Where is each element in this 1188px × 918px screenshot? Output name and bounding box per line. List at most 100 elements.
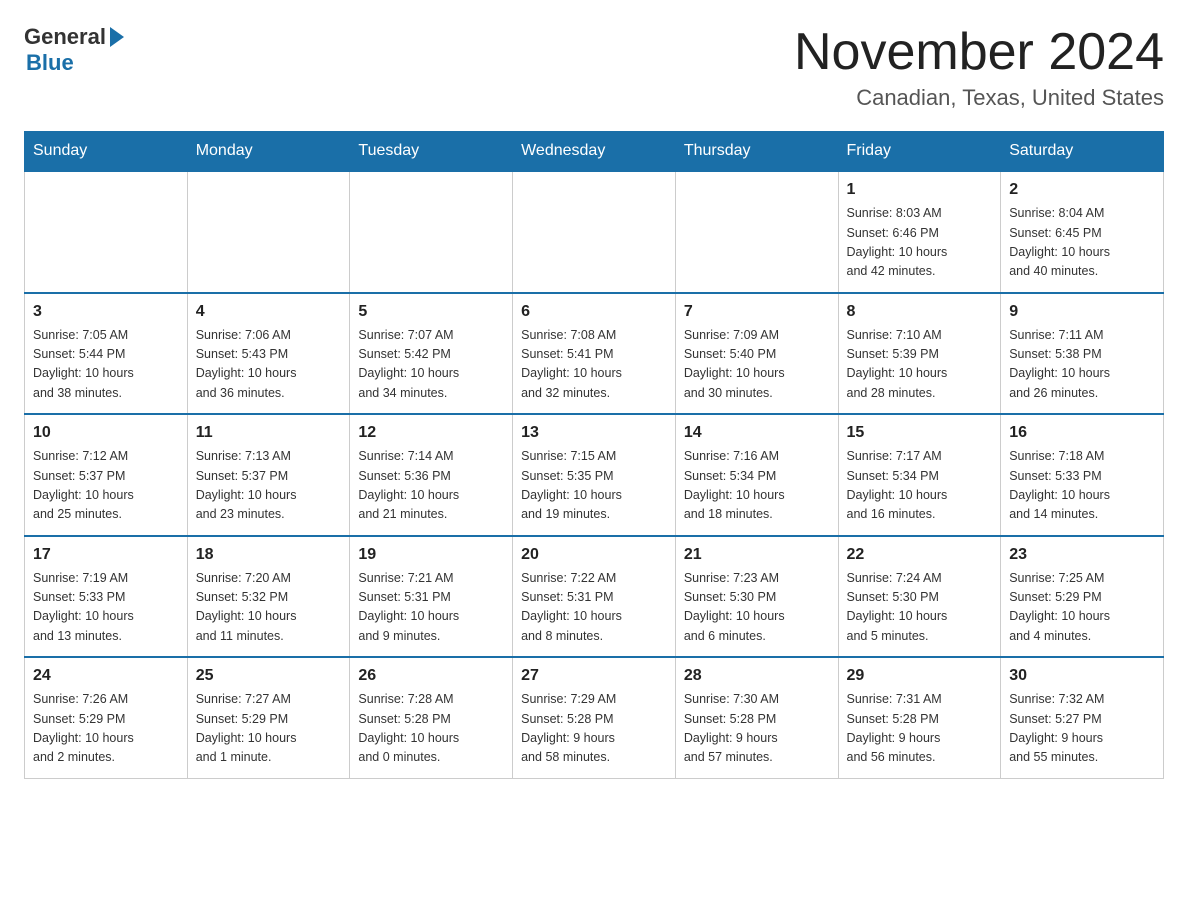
- calendar-week-row: 24Sunrise: 7:26 AM Sunset: 5:29 PM Dayli…: [25, 657, 1164, 778]
- calendar-cell: 16Sunrise: 7:18 AM Sunset: 5:33 PM Dayli…: [1001, 414, 1164, 536]
- calendar-cell: 4Sunrise: 7:06 AM Sunset: 5:43 PM Daylig…: [187, 293, 350, 415]
- day-info: Sunrise: 7:23 AM Sunset: 5:30 PM Dayligh…: [684, 569, 830, 647]
- day-number: 23: [1009, 543, 1155, 567]
- calendar-cell: 29Sunrise: 7:31 AM Sunset: 5:28 PM Dayli…: [838, 657, 1001, 778]
- calendar-cell: 6Sunrise: 7:08 AM Sunset: 5:41 PM Daylig…: [513, 293, 676, 415]
- calendar-title: November 2024: [794, 24, 1164, 81]
- day-number: 14: [684, 421, 830, 445]
- day-number: 21: [684, 543, 830, 567]
- day-of-week-header: Thursday: [675, 132, 838, 172]
- day-number: 17: [33, 543, 179, 567]
- day-info: Sunrise: 7:24 AM Sunset: 5:30 PM Dayligh…: [847, 569, 993, 647]
- logo-general-text: General: [24, 24, 106, 50]
- calendar-cell: [675, 171, 838, 293]
- day-of-week-header: Tuesday: [350, 132, 513, 172]
- calendar-table: SundayMondayTuesdayWednesdayThursdayFrid…: [24, 131, 1164, 779]
- calendar-cell: 9Sunrise: 7:11 AM Sunset: 5:38 PM Daylig…: [1001, 293, 1164, 415]
- calendar-cell: 8Sunrise: 7:10 AM Sunset: 5:39 PM Daylig…: [838, 293, 1001, 415]
- calendar-cell: [350, 171, 513, 293]
- calendar-cell: 3Sunrise: 7:05 AM Sunset: 5:44 PM Daylig…: [25, 293, 188, 415]
- day-info: Sunrise: 7:13 AM Sunset: 5:37 PM Dayligh…: [196, 447, 342, 525]
- day-number: 6: [521, 300, 667, 324]
- calendar-cell: 19Sunrise: 7:21 AM Sunset: 5:31 PM Dayli…: [350, 536, 513, 658]
- day-number: 2: [1009, 178, 1155, 202]
- day-info: Sunrise: 7:10 AM Sunset: 5:39 PM Dayligh…: [847, 326, 993, 404]
- day-info: Sunrise: 7:31 AM Sunset: 5:28 PM Dayligh…: [847, 690, 993, 768]
- calendar-week-row: 1Sunrise: 8:03 AM Sunset: 6:46 PM Daylig…: [25, 171, 1164, 293]
- day-info: Sunrise: 7:11 AM Sunset: 5:38 PM Dayligh…: [1009, 326, 1155, 404]
- header-row: SundayMondayTuesdayWednesdayThursdayFrid…: [25, 132, 1164, 172]
- day-number: 12: [358, 421, 504, 445]
- calendar-week-row: 17Sunrise: 7:19 AM Sunset: 5:33 PM Dayli…: [25, 536, 1164, 658]
- day-of-week-header: Monday: [187, 132, 350, 172]
- calendar-cell: 21Sunrise: 7:23 AM Sunset: 5:30 PM Dayli…: [675, 536, 838, 658]
- day-number: 10: [33, 421, 179, 445]
- calendar-cell: 28Sunrise: 7:30 AM Sunset: 5:28 PM Dayli…: [675, 657, 838, 778]
- day-number: 9: [1009, 300, 1155, 324]
- calendar-cell: 25Sunrise: 7:27 AM Sunset: 5:29 PM Dayli…: [187, 657, 350, 778]
- day-info: Sunrise: 7:29 AM Sunset: 5:28 PM Dayligh…: [521, 690, 667, 768]
- day-number: 4: [196, 300, 342, 324]
- calendar-cell: 13Sunrise: 7:15 AM Sunset: 5:35 PM Dayli…: [513, 414, 676, 536]
- day-of-week-header: Wednesday: [513, 132, 676, 172]
- calendar-cell: [187, 171, 350, 293]
- day-info: Sunrise: 7:22 AM Sunset: 5:31 PM Dayligh…: [521, 569, 667, 647]
- day-info: Sunrise: 7:05 AM Sunset: 5:44 PM Dayligh…: [33, 326, 179, 404]
- day-info: Sunrise: 8:04 AM Sunset: 6:45 PM Dayligh…: [1009, 204, 1155, 282]
- day-number: 20: [521, 543, 667, 567]
- day-number: 29: [847, 664, 993, 688]
- calendar-cell: 22Sunrise: 7:24 AM Sunset: 5:30 PM Dayli…: [838, 536, 1001, 658]
- logo-blue-text: Blue: [26, 50, 74, 76]
- calendar-cell: [513, 171, 676, 293]
- day-number: 11: [196, 421, 342, 445]
- logo: General Blue: [24, 24, 124, 76]
- calendar-subtitle: Canadian, Texas, United States: [794, 85, 1164, 111]
- calendar-cell: 26Sunrise: 7:28 AM Sunset: 5:28 PM Dayli…: [350, 657, 513, 778]
- day-info: Sunrise: 7:17 AM Sunset: 5:34 PM Dayligh…: [847, 447, 993, 525]
- calendar-cell: 27Sunrise: 7:29 AM Sunset: 5:28 PM Dayli…: [513, 657, 676, 778]
- calendar-cell: 24Sunrise: 7:26 AM Sunset: 5:29 PM Dayli…: [25, 657, 188, 778]
- day-number: 22: [847, 543, 993, 567]
- day-info: Sunrise: 7:27 AM Sunset: 5:29 PM Dayligh…: [196, 690, 342, 768]
- day-number: 27: [521, 664, 667, 688]
- day-of-week-header: Sunday: [25, 132, 188, 172]
- day-info: Sunrise: 8:03 AM Sunset: 6:46 PM Dayligh…: [847, 204, 993, 282]
- calendar-cell: 23Sunrise: 7:25 AM Sunset: 5:29 PM Dayli…: [1001, 536, 1164, 658]
- day-number: 19: [358, 543, 504, 567]
- calendar-cell: 12Sunrise: 7:14 AM Sunset: 5:36 PM Dayli…: [350, 414, 513, 536]
- day-number: 30: [1009, 664, 1155, 688]
- day-of-week-header: Friday: [838, 132, 1001, 172]
- calendar-cell: 15Sunrise: 7:17 AM Sunset: 5:34 PM Dayli…: [838, 414, 1001, 536]
- title-block: November 2024 Canadian, Texas, United St…: [794, 24, 1164, 111]
- calendar-cell: 14Sunrise: 7:16 AM Sunset: 5:34 PM Dayli…: [675, 414, 838, 536]
- day-number: 7: [684, 300, 830, 324]
- day-number: 3: [33, 300, 179, 324]
- day-info: Sunrise: 7:15 AM Sunset: 5:35 PM Dayligh…: [521, 447, 667, 525]
- day-info: Sunrise: 7:14 AM Sunset: 5:36 PM Dayligh…: [358, 447, 504, 525]
- calendar-cell: 30Sunrise: 7:32 AM Sunset: 5:27 PM Dayli…: [1001, 657, 1164, 778]
- day-info: Sunrise: 7:08 AM Sunset: 5:41 PM Dayligh…: [521, 326, 667, 404]
- calendar-cell: 18Sunrise: 7:20 AM Sunset: 5:32 PM Dayli…: [187, 536, 350, 658]
- day-info: Sunrise: 7:19 AM Sunset: 5:33 PM Dayligh…: [33, 569, 179, 647]
- day-number: 13: [521, 421, 667, 445]
- calendar-body: 1Sunrise: 8:03 AM Sunset: 6:46 PM Daylig…: [25, 171, 1164, 778]
- calendar-cell: 11Sunrise: 7:13 AM Sunset: 5:37 PM Dayli…: [187, 414, 350, 536]
- day-number: 18: [196, 543, 342, 567]
- day-info: Sunrise: 7:28 AM Sunset: 5:28 PM Dayligh…: [358, 690, 504, 768]
- day-info: Sunrise: 7:18 AM Sunset: 5:33 PM Dayligh…: [1009, 447, 1155, 525]
- calendar-cell: 5Sunrise: 7:07 AM Sunset: 5:42 PM Daylig…: [350, 293, 513, 415]
- calendar-cell: [25, 171, 188, 293]
- day-info: Sunrise: 7:26 AM Sunset: 5:29 PM Dayligh…: [33, 690, 179, 768]
- day-info: Sunrise: 7:09 AM Sunset: 5:40 PM Dayligh…: [684, 326, 830, 404]
- day-info: Sunrise: 7:21 AM Sunset: 5:31 PM Dayligh…: [358, 569, 504, 647]
- day-number: 25: [196, 664, 342, 688]
- day-number: 8: [847, 300, 993, 324]
- day-number: 26: [358, 664, 504, 688]
- calendar-cell: 17Sunrise: 7:19 AM Sunset: 5:33 PM Dayli…: [25, 536, 188, 658]
- day-info: Sunrise: 7:12 AM Sunset: 5:37 PM Dayligh…: [33, 447, 179, 525]
- calendar-cell: 10Sunrise: 7:12 AM Sunset: 5:37 PM Dayli…: [25, 414, 188, 536]
- day-number: 28: [684, 664, 830, 688]
- calendar-week-row: 10Sunrise: 7:12 AM Sunset: 5:37 PM Dayli…: [25, 414, 1164, 536]
- day-info: Sunrise: 7:06 AM Sunset: 5:43 PM Dayligh…: [196, 326, 342, 404]
- calendar-header: SundayMondayTuesdayWednesdayThursdayFrid…: [25, 132, 1164, 172]
